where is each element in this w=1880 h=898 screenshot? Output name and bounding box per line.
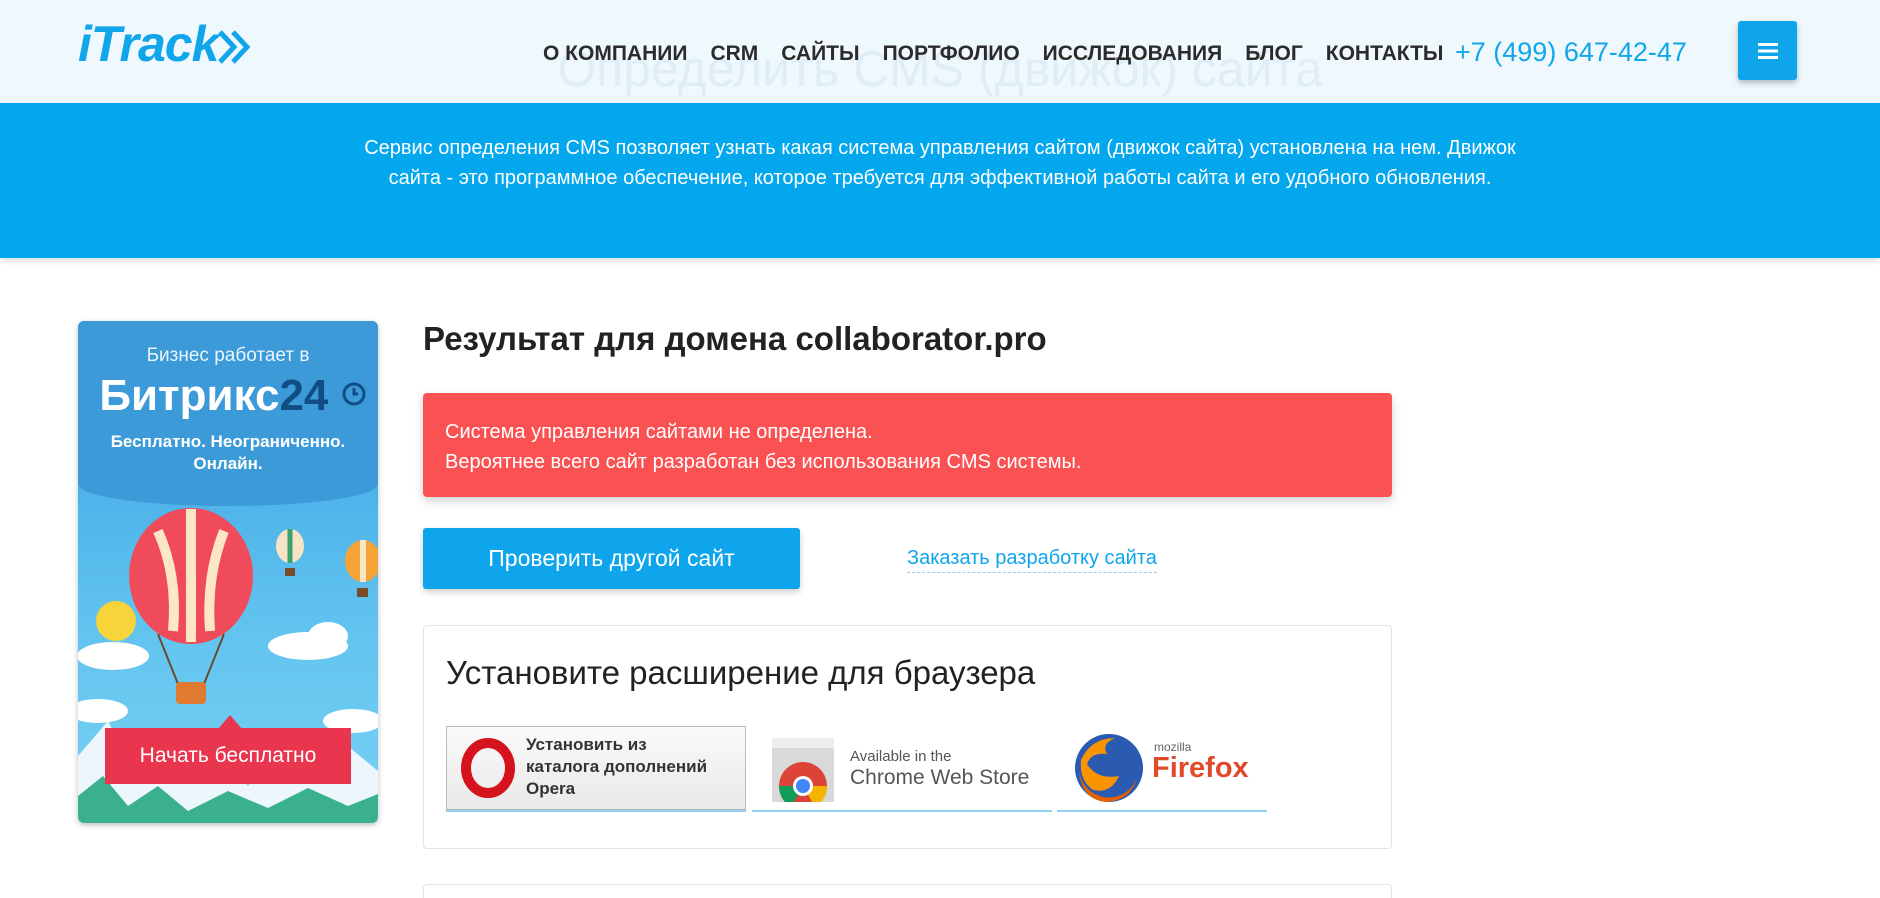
extension-card-title: Установите расширение для браузера: [446, 654, 1036, 691]
result-title: Результат для домена collaborator.pro: [423, 320, 1047, 357]
ad-subtitle: Бесплатно. Неограниченно. Онлайн.: [78, 431, 378, 475]
opera-line1: Установить из: [526, 735, 647, 754]
site-header: Определить CMS (движок) сайта iTrack О К…: [0, 0, 1880, 103]
browser-extension-card: Установите расширение для браузера Устан…: [423, 625, 1392, 849]
next-section-card: [423, 884, 1392, 898]
firefox-logo-icon: [1075, 734, 1143, 802]
nav-research[interactable]: ИССЛЕДОВАНИЯ: [1043, 42, 1223, 66]
page: Определить CMS (движок) сайта iTrack О К…: [0, 0, 1880, 898]
nav-crm[interactable]: CRM: [710, 42, 758, 66]
nav-sites[interactable]: САЙТЫ: [781, 42, 859, 66]
cms-not-detected-alert: Система управления сайтами не определена…: [423, 393, 1392, 497]
firefox-extension-button[interactable]: mozilla Firefox: [1057, 726, 1267, 812]
banner-text: Сервис определения CMS позволяет узнать …: [364, 137, 1516, 189]
ad-subtitle-line2: Онлайн.: [193, 454, 263, 473]
opera-extension-button[interactable]: Установить из каталога дополнений Opera: [446, 726, 746, 812]
chrome-line2: Chrome Web Store: [850, 766, 1030, 789]
hamburger-menu-button[interactable]: [1738, 21, 1797, 80]
ad-subtitle-line1: Бесплатно. Неограниченно.: [110, 432, 346, 451]
chrome-extension-button[interactable]: Available in the Chrome Web Store: [752, 726, 1052, 812]
intro-banner: Сервис определения CMS позволяет узнать …: [0, 103, 1880, 258]
alert-line2: Вероятнее всего сайт разработан без испо…: [445, 451, 1082, 473]
ad-brand-number: 24: [279, 371, 329, 420]
nav-portfolio[interactable]: ПОРТФОЛИО: [883, 42, 1020, 66]
clock-icon: [342, 382, 366, 406]
logo[interactable]: iTrack: [78, 16, 268, 72]
nav-contacts[interactable]: КОНТАКТЫ: [1326, 42, 1444, 66]
firefox-line2: Firefox: [1152, 752, 1249, 784]
chrome-line1: Available in the: [850, 748, 952, 765]
alert-line1: Система управления сайтами не определена…: [445, 421, 873, 443]
bitrix24-ad[interactable]: Бизнес работает в Битрикс24 Бесплатно. Н…: [78, 321, 378, 823]
hamburger-icon: [1757, 42, 1778, 59]
ad-cta-pointer: [218, 715, 242, 729]
main-nav: О КОМПАНИИ CRM САЙТЫ ПОРТФОЛИО ИССЛЕДОВА…: [543, 42, 1467, 66]
ad-tagline: Бизнес работает в: [146, 345, 310, 366]
opera-logo-icon: [461, 738, 515, 798]
ad-start-free-button[interactable]: Начать бесплатно: [105, 728, 351, 784]
opera-line3: Opera: [526, 779, 576, 798]
nav-blog[interactable]: БЛОГ: [1245, 42, 1303, 66]
double-chevron-icon: [218, 30, 251, 64]
opera-line2: каталога дополнений: [526, 757, 708, 776]
ad-brand-name: Битрикс: [99, 371, 280, 420]
phone-link[interactable]: +7 (499) 647-42-47: [1455, 37, 1687, 68]
logo-text: iTrack: [78, 16, 219, 72]
opera-badge-text: Установить из каталога дополнений Opera: [526, 734, 707, 800]
chrome-web-store-icon: [770, 738, 836, 804]
nav-about[interactable]: О КОМПАНИИ: [543, 42, 687, 66]
order-site-development-link[interactable]: Заказать разработку сайта: [907, 547, 1157, 573]
ad-brand: Битрикс24: [98, 371, 368, 421]
check-another-site-button[interactable]: Проверить другой сайт: [423, 528, 800, 589]
